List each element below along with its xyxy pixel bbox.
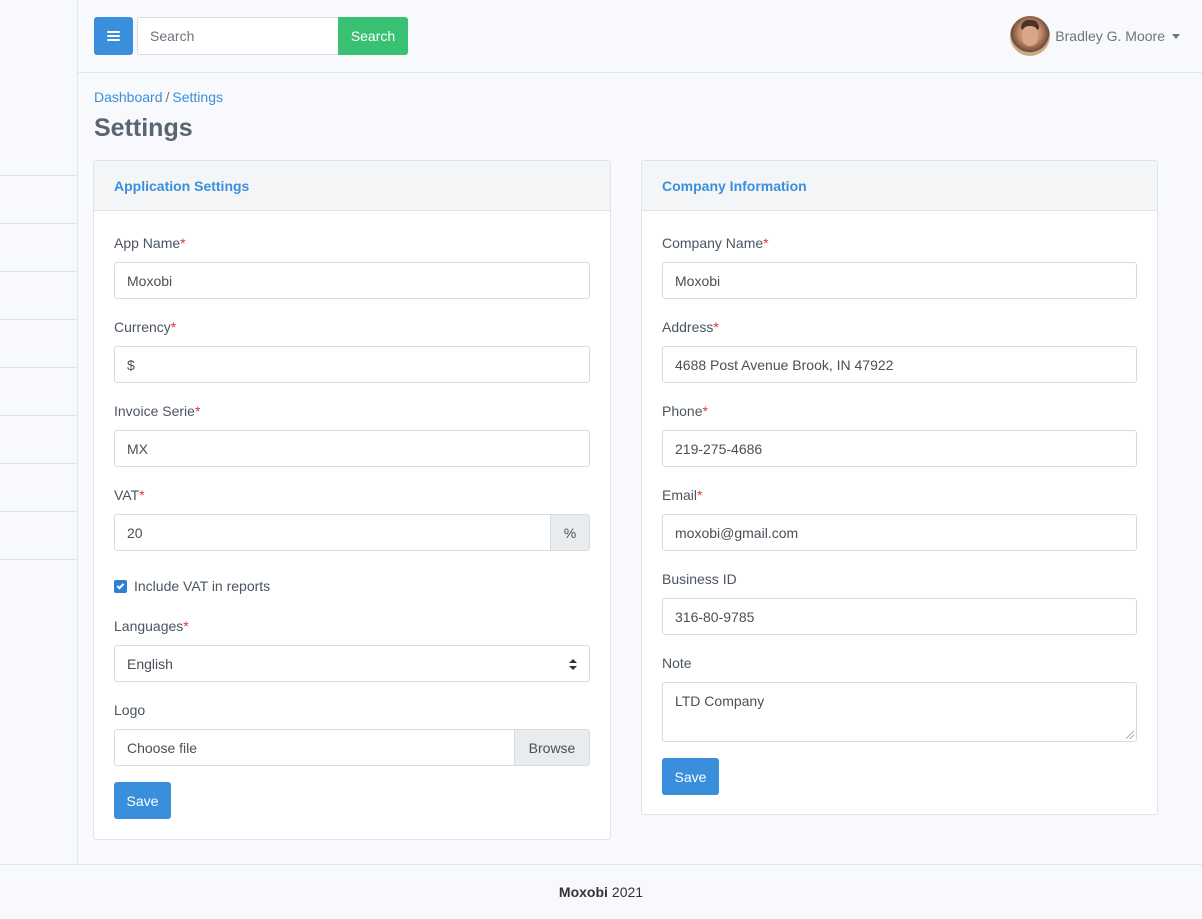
note-label: Note [662,655,692,671]
invoice-serie-label: Invoice Serie* [114,403,201,419]
sidebar-item[interactable] [0,224,77,272]
application-settings-card: Application Settings App Name* Moxobi Cu… [93,160,611,840]
sidebar-item[interactable] [0,176,77,224]
languages-select[interactable]: English [114,645,590,682]
sidebar-item[interactable] [0,368,77,416]
address-input[interactable]: 4688 Post Avenue Brook, IN 47922 [662,346,1137,383]
footer: Moxobi 2021 [0,864,1202,919]
languages-label: Languages* [114,618,189,634]
languages-selected-value: English [127,655,173,672]
company-information-card: Company Information Company Name* Moxobi… [641,160,1158,815]
company-name-label: Company Name* [662,235,769,251]
save-application-settings-button[interactable]: Save [114,782,171,819]
avatar [1010,16,1051,56]
include-vat-checkbox[interactable] [114,580,127,593]
search-input[interactable] [137,17,339,55]
sidebar-item[interactable] [0,128,77,176]
phone-label: Phone* [662,403,708,419]
vat-percent-addon: % [550,514,590,551]
browse-button[interactable]: Browse [514,729,590,766]
footer-brand: Moxobi [558,884,608,900]
note-text: LTD Company [675,693,765,709]
sidebar-item[interactable] [0,512,77,560]
business-id-label: Business ID [662,571,737,587]
resize-handle-icon[interactable] [1126,731,1134,739]
sidebar-item[interactable] [0,416,77,464]
topbar: Search Bradley G. Moore [78,0,1202,73]
company-name-input[interactable]: Moxobi [662,262,1137,299]
card-title: Application Settings [94,161,610,211]
logo-label: Logo [114,702,146,718]
sidebar [0,0,78,864]
app-name-label: App Name* [114,235,186,251]
email-input[interactable]: moxobi@gmail.com [662,514,1137,551]
footer-year: 2021 [611,884,644,900]
sidebar-item[interactable] [0,464,77,512]
breadcrumb-dashboard[interactable]: Dashboard [94,89,163,105]
include-vat-label[interactable]: Include VAT in reports [134,578,270,594]
invoice-serie-input[interactable]: MX [114,430,590,467]
caret-down-icon [1172,33,1180,39]
note-textarea[interactable]: LTD Company [662,682,1137,742]
vat-label: VAT* [114,487,145,503]
save-company-information-button[interactable]: Save [662,758,719,795]
address-label: Address* [662,319,719,335]
sidebar-item[interactable] [0,320,77,368]
currency-label: Currency* [114,319,177,335]
breadcrumb-separator: / [165,89,170,105]
vat-input[interactable]: 20 [114,514,551,551]
select-arrows-icon [569,659,577,670]
currency-input[interactable]: $ [114,346,590,383]
user-name: Bradley G. Moore [1055,28,1165,44]
logo-file-input[interactable]: Choose file [114,729,515,766]
user-menu[interactable]: Bradley G. Moore [1010,16,1180,56]
sidebar-item[interactable] [0,272,77,320]
card-title: Company Information [642,161,1157,211]
menu-toggle-button[interactable] [94,17,133,55]
hamburger-icon [107,29,120,43]
email-label: Email* [662,487,703,503]
breadcrumb-settings[interactable]: Settings [172,89,223,105]
breadcrumb: Dashboard / Settings [94,89,223,105]
business-id-input[interactable]: 316-80-9785 [662,598,1137,635]
search-button[interactable]: Search [338,17,408,55]
phone-input[interactable]: 219-275-4686 [662,430,1137,467]
page-title: Settings [94,114,193,142]
app-name-input[interactable]: Moxobi [114,262,590,299]
check-icon [116,581,125,589]
